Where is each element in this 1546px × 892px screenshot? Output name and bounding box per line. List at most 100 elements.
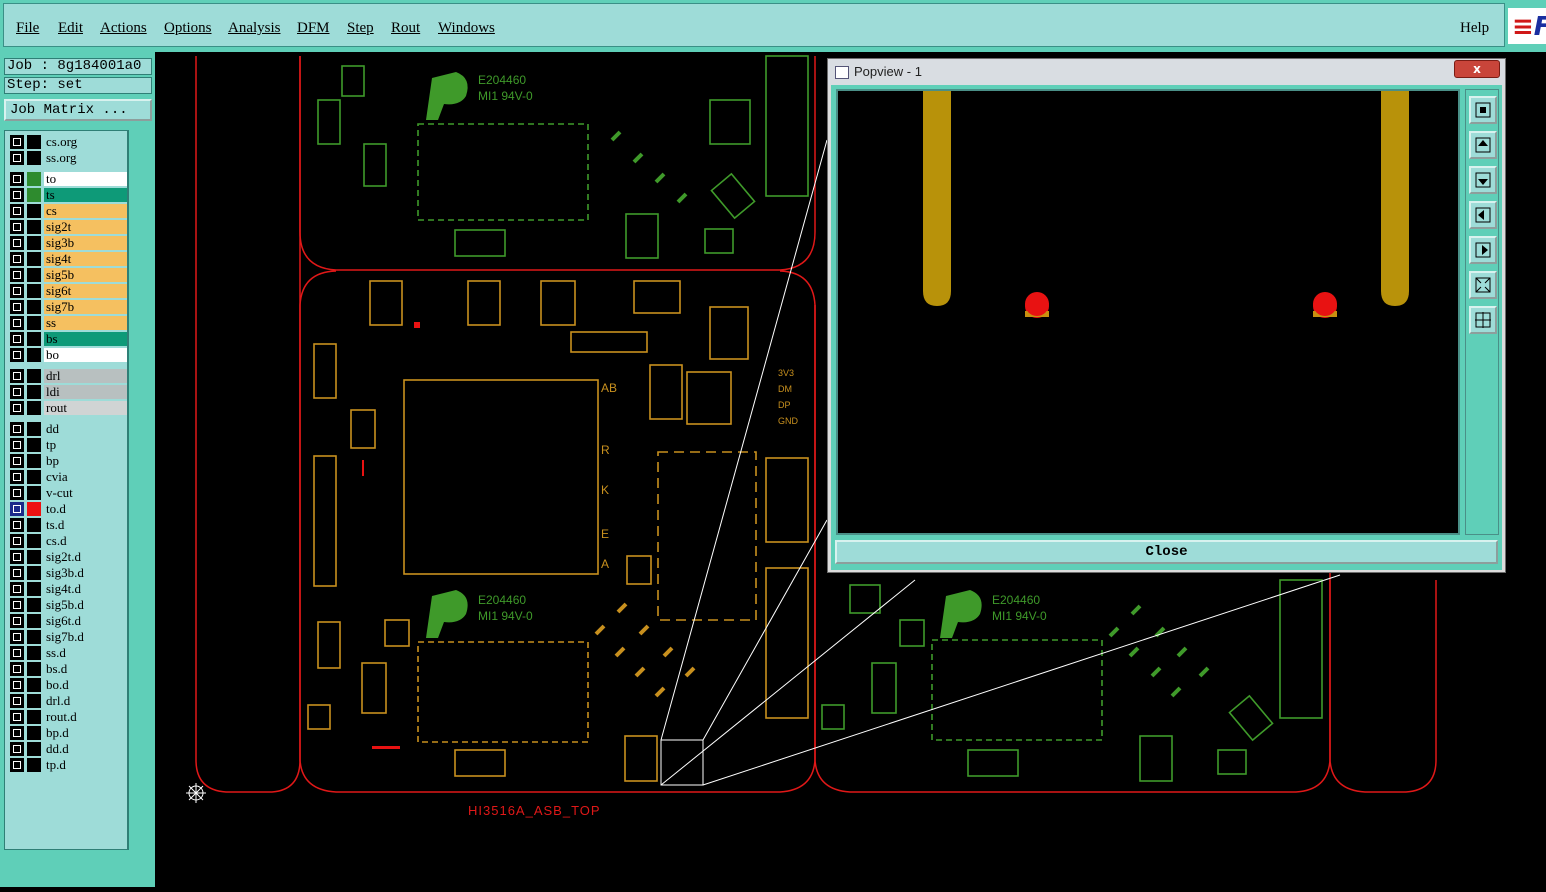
layer-checkbox[interactable] — [10, 630, 24, 644]
layer-checkbox[interactable] — [10, 470, 24, 484]
layer-color-swatch[interactable] — [27, 204, 41, 218]
layer-name[interactable]: tp — [44, 438, 127, 452]
layer-row-to-d[interactable]: to.d — [9, 501, 127, 516]
layer-row-drl[interactable]: drl — [9, 368, 127, 383]
layer-row-sig7b-d[interactable]: sig7b.d — [9, 629, 127, 644]
layer-color-swatch[interactable] — [27, 172, 41, 186]
layer-checkbox[interactable] — [10, 401, 24, 415]
layer-row-ldi[interactable]: ldi — [9, 384, 127, 399]
layer-checkbox[interactable] — [10, 172, 24, 186]
layer-color-swatch[interactable] — [27, 220, 41, 234]
layer-color-swatch[interactable] — [27, 678, 41, 692]
layer-checkbox[interactable] — [10, 236, 24, 250]
layer-color-swatch[interactable] — [27, 486, 41, 500]
layer-color-swatch[interactable] — [27, 284, 41, 298]
layer-color-swatch[interactable] — [27, 518, 41, 532]
layer-row-cs-d[interactable]: cs.d — [9, 533, 127, 548]
menu-rout[interactable]: Rout — [391, 20, 420, 37]
layer-row-cs[interactable]: cs — [9, 203, 127, 218]
layer-checkbox[interactable] — [10, 598, 24, 612]
layer-name[interactable]: bp — [44, 454, 127, 468]
layer-name[interactable]: to.d — [44, 502, 127, 516]
layer-name[interactable]: bo — [44, 348, 127, 362]
layer-checkbox[interactable] — [10, 614, 24, 628]
layer-name[interactable]: sig5b — [44, 268, 127, 282]
zoom-out-button[interactable] — [1469, 166, 1497, 194]
layer-color-swatch[interactable] — [27, 252, 41, 266]
layer-checkbox[interactable] — [10, 151, 24, 165]
layer-name[interactable]: ss — [44, 316, 127, 330]
layer-row-bs-d[interactable]: bs.d — [9, 661, 127, 676]
layer-checkbox[interactable] — [10, 726, 24, 740]
layer-name[interactable]: sig6t — [44, 284, 127, 298]
layer-color-swatch[interactable] — [27, 582, 41, 596]
layer-name[interactable]: cvia — [44, 470, 127, 484]
layer-name[interactable]: ss.org — [44, 151, 127, 165]
layer-name[interactable]: ldi — [44, 385, 127, 399]
zoom-fit-button[interactable] — [1469, 96, 1497, 124]
pan-right-button[interactable] — [1469, 236, 1497, 264]
layer-checkbox[interactable] — [10, 385, 24, 399]
layer-row-sig6t[interactable]: sig6t — [9, 283, 127, 298]
layer-color-swatch[interactable] — [27, 710, 41, 724]
layer-color-swatch[interactable] — [27, 566, 41, 580]
layer-row-bp-d[interactable]: bp.d — [9, 725, 127, 740]
layer-row-sig4t[interactable]: sig4t — [9, 251, 127, 266]
layer-color-swatch[interactable] — [27, 630, 41, 644]
layer-checkbox[interactable] — [10, 486, 24, 500]
job-matrix-button[interactable]: Job Matrix ... — [4, 99, 152, 121]
layer-name[interactable]: sig4t.d — [44, 582, 127, 596]
layer-name[interactable]: bs — [44, 332, 127, 346]
layer-color-swatch[interactable] — [27, 646, 41, 660]
menu-analysis[interactable]: Analysis — [228, 20, 281, 37]
layer-name[interactable]: ts.d — [44, 518, 127, 532]
layer-color-swatch[interactable] — [27, 151, 41, 165]
layer-checkbox[interactable] — [10, 332, 24, 346]
layer-row-cs-org[interactable]: cs.org — [9, 134, 127, 149]
menu-file[interactable]: File — [16, 20, 39, 37]
menu-dfm[interactable]: DFM — [297, 20, 330, 37]
layer-checkbox[interactable] — [10, 268, 24, 282]
layer-checkbox[interactable] — [10, 188, 24, 202]
layer-name[interactable]: sig7b.d — [44, 630, 127, 644]
layer-color-swatch[interactable] — [27, 385, 41, 399]
layer-color-swatch[interactable] — [27, 454, 41, 468]
layer-row-sig7b[interactable]: sig7b — [9, 299, 127, 314]
layer-row-cvia[interactable]: cvia — [9, 469, 127, 484]
layer-checkbox[interactable] — [10, 710, 24, 724]
layer-color-swatch[interactable] — [27, 135, 41, 149]
layer-color-swatch[interactable] — [27, 348, 41, 362]
layer-color-swatch[interactable] — [27, 470, 41, 484]
layer-row-sig3b[interactable]: sig3b — [9, 235, 127, 250]
layer-color-swatch[interactable] — [27, 614, 41, 628]
layer-name[interactable]: to — [44, 172, 127, 186]
layer-row-bo[interactable]: bo — [9, 347, 127, 362]
layer-color-swatch[interactable] — [27, 438, 41, 452]
menu-windows[interactable]: Windows — [438, 20, 495, 37]
zoom-area-button[interactable] — [1469, 306, 1497, 334]
layer-color-swatch[interactable] — [27, 742, 41, 756]
layer-name[interactable]: sig3b.d — [44, 566, 127, 580]
layer-color-swatch[interactable] — [27, 369, 41, 383]
layer-row-ts-d[interactable]: ts.d — [9, 517, 127, 532]
popview-canvas[interactable] — [836, 89, 1460, 535]
layer-row-ts[interactable]: ts — [9, 187, 127, 202]
layer-name[interactable]: dd — [44, 422, 127, 436]
layer-name[interactable]: drl.d — [44, 694, 127, 708]
layer-checkbox[interactable] — [10, 135, 24, 149]
layer-name[interactable]: sig2t.d — [44, 550, 127, 564]
layer-color-swatch[interactable] — [27, 236, 41, 250]
menu-actions[interactable]: Actions — [100, 20, 147, 37]
layer-checkbox[interactable] — [10, 694, 24, 708]
layer-checkbox[interactable] — [10, 550, 24, 564]
layer-row-dd[interactable]: dd — [9, 421, 127, 436]
layer-name[interactable]: bp.d — [44, 726, 127, 740]
layer-color-swatch[interactable] — [27, 534, 41, 548]
layer-color-swatch[interactable] — [27, 662, 41, 676]
layer-row-tp[interactable]: tp — [9, 437, 127, 452]
layer-name[interactable]: rout — [44, 401, 127, 415]
layer-color-swatch[interactable] — [27, 694, 41, 708]
layer-list-scrollbar[interactable] — [128, 130, 152, 850]
menu-help[interactable]: Help — [1460, 20, 1489, 37]
layer-color-swatch[interactable] — [27, 726, 41, 740]
